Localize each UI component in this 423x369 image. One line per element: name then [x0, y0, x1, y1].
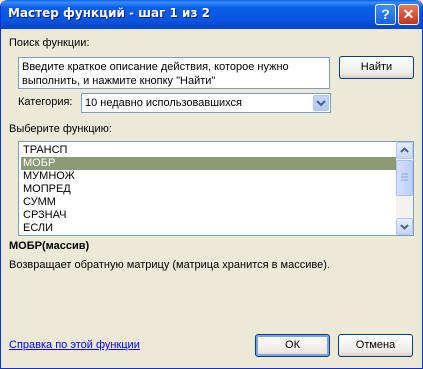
search-description-input[interactable]: Введите краткое описание действия, котор…	[18, 57, 330, 89]
function-signature: МОБР(массив)	[9, 240, 90, 252]
function-list-label: Выберите функцию:	[9, 123, 112, 135]
close-button[interactable]: ✕	[398, 4, 419, 25]
function-listbox[interactable]: ТРАНСП МОБР МУМНОЖ МОПРЕД СУММ СРЗНАЧ ЕС…	[18, 141, 414, 236]
scroll-thumb[interactable]	[396, 160, 413, 196]
scroll-down-icon[interactable]	[396, 218, 413, 235]
category-label: Категория:	[18, 96, 73, 108]
title-bar[interactable]: Мастер функций - шаг 1 из 2 ? ✕	[1, 0, 422, 29]
chevron-down-icon[interactable]	[313, 95, 329, 111]
function-wizard-dialog: Мастер функций - шаг 1 из 2 ? ✕ Поиск фу…	[0, 0, 423, 369]
ok-button[interactable]: ОК	[255, 334, 330, 357]
list-item[interactable]: МОПРЕД	[21, 183, 399, 196]
list-item[interactable]: СРЗНАЧ	[21, 209, 399, 222]
category-select[interactable]: 10 недавно использовавшихся	[81, 93, 331, 113]
help-button[interactable]: ?	[375, 4, 396, 25]
list-item[interactable]: ЕСЛИ	[21, 222, 399, 235]
search-label: Поиск функции:	[9, 37, 90, 49]
scroll-up-icon[interactable]	[396, 142, 413, 159]
window-title: Мастер функций - шаг 1 из 2	[8, 6, 210, 20]
find-button[interactable]: Найти	[339, 56, 414, 79]
list-item[interactable]: ТРАНСП	[21, 144, 399, 157]
cancel-button[interactable]: Отмена	[338, 334, 413, 357]
vertical-scrollbar[interactable]	[396, 142, 413, 235]
list-item[interactable]: МУМНОЖ	[21, 170, 399, 183]
category-value: 10 недавно использовавшихся	[85, 97, 243, 109]
list-item-selected[interactable]: МОБР	[21, 157, 399, 170]
list-item[interactable]: СУММ	[21, 196, 399, 209]
help-link[interactable]: Справка по этой функции	[9, 339, 140, 351]
function-description: Возвращает обратную матрицу (матрица хра…	[9, 259, 330, 271]
